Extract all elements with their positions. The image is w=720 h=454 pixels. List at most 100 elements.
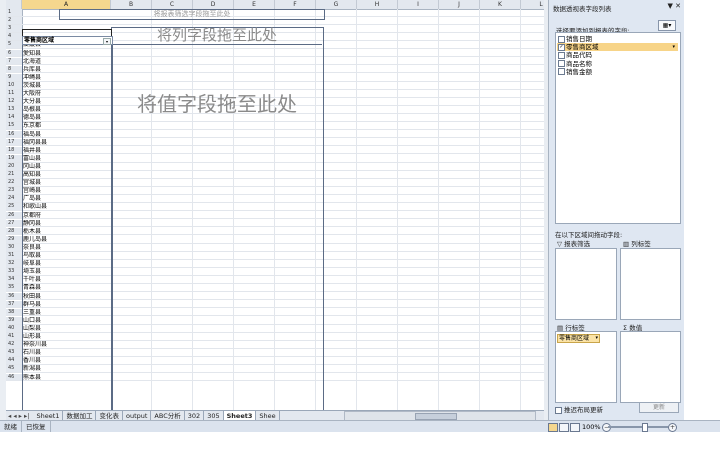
column-fields-drop-zone[interactable]: 将列字段拖至此处 <box>112 27 322 45</box>
row-number[interactable]: 15 <box>6 122 23 130</box>
row-number[interactable]: 41 <box>6 333 23 340</box>
page-break-view-icon[interactable] <box>570 423 580 432</box>
page-layout-view-icon[interactable] <box>559 423 569 432</box>
column-header-j[interactable]: J <box>439 0 480 9</box>
row-number[interactable]: 37 <box>6 300 23 308</box>
row-number[interactable]: 9 <box>6 73 23 81</box>
field-label: 销售日期 <box>566 35 592 43</box>
row-number[interactable]: 1 <box>6 9 23 16</box>
normal-view-icon[interactable] <box>548 423 558 432</box>
row-number[interactable]: 19 <box>6 154 23 162</box>
row-number[interactable]: 18 <box>6 146 23 154</box>
row-number[interactable]: 32 <box>6 260 23 267</box>
row-number[interactable]: 27 <box>6 219 23 227</box>
row-number[interactable]: 8 <box>6 65 23 73</box>
row-number[interactable]: 13 <box>6 106 23 113</box>
defer-layout-update[interactable]: 推迟布局更新 <box>555 404 603 414</box>
row-number[interactable]: 3 <box>6 25 23 32</box>
row-number[interactable]: 20 <box>6 162 23 170</box>
field-checkbox[interactable] <box>558 51 565 59</box>
field-checkbox[interactable]: ✓ <box>558 43 565 51</box>
row-number[interactable]: 45 <box>6 365 23 373</box>
row-number[interactable]: 38 <box>6 308 23 316</box>
row-field-chip-label: 零售商区域 <box>559 335 590 342</box>
zoom-in-button[interactable]: + <box>668 423 677 432</box>
field-dropdown-icon[interactable]: ▾ <box>672 43 675 51</box>
value-fields-drop-zone[interactable]: 将值字段拖至此处 <box>112 86 322 122</box>
row-number[interactable]: 2 <box>6 17 23 24</box>
select-all-corner[interactable] <box>6 0 22 9</box>
row-number[interactable]: 29 <box>6 235 23 243</box>
pane-controls[interactable]: ▼ ✕ <box>668 2 681 10</box>
zoom-slider-knob[interactable] <box>642 423 648 432</box>
row-number[interactable]: 24 <box>6 195 23 203</box>
chip-dropdown-icon[interactable]: ▾ <box>595 335 598 342</box>
row-number[interactable]: 17 <box>6 138 23 146</box>
field-item[interactable]: ✓ 零售商区域 ▾ <box>557 43 678 52</box>
column-header-l[interactable]: L <box>521 0 544 9</box>
column-header-e[interactable]: E <box>234 0 275 9</box>
row-label-header-cell[interactable]: 零售商区域 ▾ <box>22 36 113 45</box>
row-number[interactable]: 39 <box>6 316 23 324</box>
column-labels-text: 列标签 <box>631 240 651 248</box>
column-header-g[interactable]: G <box>316 0 357 9</box>
row-number[interactable]: 40 <box>6 324 23 332</box>
row-number[interactable]: 42 <box>6 341 23 348</box>
row-number[interactable]: 33 <box>6 268 23 275</box>
field-item[interactable]: 商品名称 <box>557 60 678 68</box>
column-header-k[interactable]: K <box>480 0 521 9</box>
zoom-slider-track[interactable] <box>608 426 668 428</box>
row-number[interactable]: 14 <box>6 114 23 122</box>
values-area[interactable] <box>620 331 681 403</box>
row-number[interactable]: 12 <box>6 98 23 105</box>
field-item[interactable]: 销售日期 <box>557 35 678 43</box>
row-labels-area[interactable]: 零售商区域 ▾ <box>555 331 617 403</box>
report-filter-drop-zone[interactable]: 将报表筛选字段拖至此处 <box>59 9 325 20</box>
pivot-row-area-outline <box>22 36 113 410</box>
row-number[interactable]: 35 <box>6 284 23 292</box>
column-header-f[interactable]: F <box>275 0 316 9</box>
row-number[interactable]: 28 <box>6 227 23 235</box>
row-number[interactable]: 11 <box>6 90 23 97</box>
row-number[interactable]: 44 <box>6 357 23 365</box>
field-checkbox[interactable] <box>558 68 565 76</box>
filter-dropdown-icon[interactable]: ▾ <box>103 38 111 45</box>
field-item[interactable]: 销售金额 <box>557 68 678 76</box>
row-number[interactable]: 6 <box>6 49 23 57</box>
row-number[interactable]: 26 <box>6 211 23 219</box>
row-number[interactable]: 46 <box>6 373 23 381</box>
layout-options-button[interactable]: ▦▾ <box>658 20 676 31</box>
row-number[interactable]: 25 <box>6 203 23 211</box>
row-number[interactable]: 16 <box>6 130 23 138</box>
field-checkbox[interactable] <box>558 60 565 68</box>
row-number[interactable]: 30 <box>6 243 23 251</box>
column-header-i[interactable]: I <box>398 0 439 9</box>
row-number[interactable]: 31 <box>6 252 23 259</box>
row-number[interactable]: 43 <box>6 349 23 356</box>
column-header-c[interactable]: C <box>152 0 193 9</box>
row-number[interactable]: 21 <box>6 171 23 178</box>
row-number[interactable]: 34 <box>6 276 23 284</box>
field-item[interactable]: 商品代码 <box>557 51 678 59</box>
worksheet-grid[interactable]: A B C D E F G H I J K L M 12345爱媛县6愛知县7北… <box>6 0 545 410</box>
column-header-a[interactable]: A <box>22 0 111 9</box>
row-number[interactable]: 22 <box>6 179 23 186</box>
row-number[interactable]: 7 <box>6 57 23 65</box>
row-number[interactable]: 5 <box>6 41 23 49</box>
field-checkbox[interactable] <box>558 35 565 43</box>
column-header-d[interactable]: D <box>193 0 234 9</box>
row-number[interactable]: 36 <box>6 292 23 300</box>
column-labels-area[interactable] <box>620 248 681 320</box>
row-field-chip[interactable]: 零售商区域 ▾ <box>557 334 600 343</box>
row-number[interactable]: 23 <box>6 187 23 194</box>
row-number[interactable]: 4 <box>6 33 23 41</box>
horizontal-scroll-thumb[interactable] <box>415 413 457 420</box>
report-filter-area-label: ▽ 报表筛选 <box>557 238 590 248</box>
row-number[interactable]: 10 <box>6 81 23 89</box>
report-filter-area[interactable] <box>555 248 617 320</box>
column-labels-area-label: ▥ 列标签 <box>623 238 651 248</box>
update-button[interactable]: 更新 <box>639 402 679 413</box>
column-header-h[interactable]: H <box>357 0 398 9</box>
defer-checkbox[interactable] <box>555 406 562 414</box>
column-header-b[interactable]: B <box>111 0 152 9</box>
